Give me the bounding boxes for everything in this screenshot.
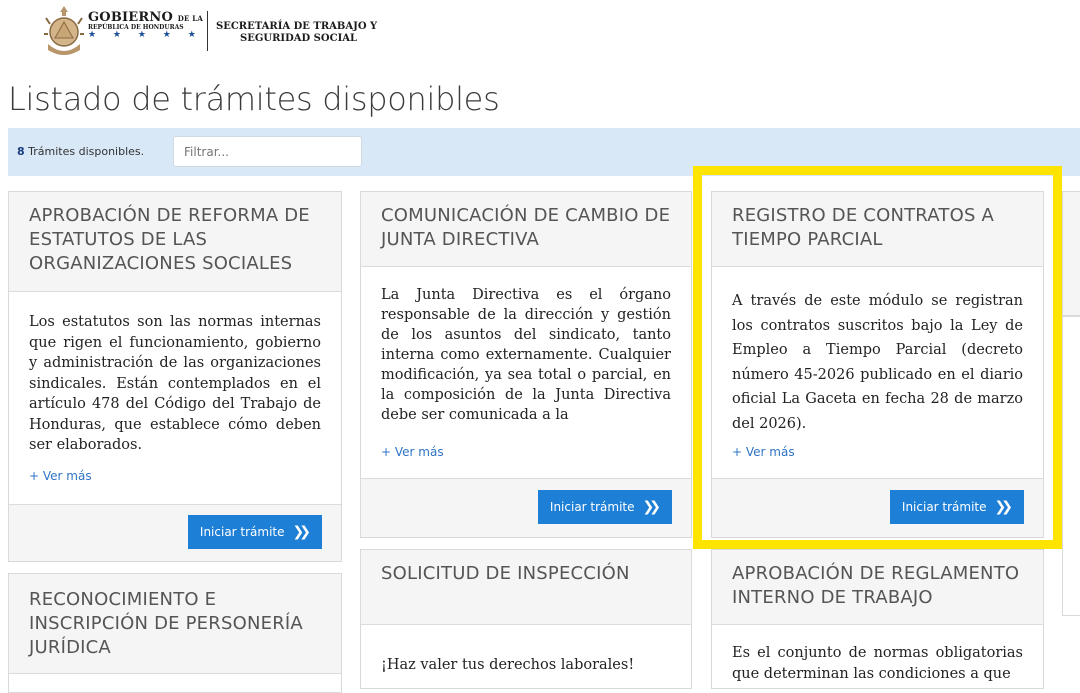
card-description: Es el conjunto de normas obligatorias qu…: [732, 645, 1023, 682]
gob-title-small: DE LA: [177, 14, 203, 23]
card-description: ¡Haz valer tus derechos laborales!: [381, 657, 635, 673]
page-title: Listado de trámites disponibles: [8, 80, 500, 118]
ver-mas-link[interactable]: + Ver más: [732, 445, 795, 459]
ver-mas-link[interactable]: + Ver más: [29, 469, 92, 483]
procedures-count: 8 Trámites disponibles.: [17, 145, 144, 158]
double-chevron-right-icon: ❯❯: [994, 499, 1014, 515]
procedure-card: RECONOCIMIENTO E INSCRIPCIÓN DE PERSONER…: [8, 573, 342, 693]
filter-input[interactable]: [173, 136, 362, 167]
double-chevron-right-icon: ❯❯: [292, 524, 312, 540]
procedure-card-partial: [1062, 316, 1080, 616]
card-footer: Iniciar trámite ❯❯: [9, 504, 341, 561]
procedure-card: APROBACIÓN DE REGLAMENTO INTERNO DE TRAB…: [711, 549, 1044, 689]
card-title: APROBACIÓN DE REGLAMENTO INTERNO DE TRAB…: [712, 550, 1043, 625]
card-title: APROBACIÓN DE REFORMA DE ESTATUTOS DE LA…: [9, 192, 341, 292]
secretaria-line-2: SEGURIDAD SOCIAL: [240, 33, 358, 44]
double-chevron-right-icon: ❯❯: [642, 499, 662, 515]
card-title: SOLICITUD DE INSPECCIÓN: [361, 550, 691, 625]
card-title: REGISTRO DE CONTRATOS A TIEMPO PARCIAL: [712, 192, 1043, 267]
logo-divider: [207, 11, 208, 51]
procedure-card: APROBACIÓN DE REFORMA DE ESTATUTOS DE LA…: [8, 191, 342, 562]
iniciar-tramite-button[interactable]: Iniciar trámite ❯❯: [537, 490, 672, 524]
procedure-card: SOLICITUD DE INSPECCIÓN ¡Haz valer tus d…: [360, 549, 692, 689]
button-label: Iniciar trámite: [199, 525, 285, 539]
button-label: Iniciar trámite: [549, 500, 635, 514]
ver-mas-link[interactable]: + Ver más: [381, 445, 444, 459]
card-description: A través de este módulo se registran los…: [732, 293, 1023, 432]
secretaria-line-1: SECRETARÍA DE TRABAJO Y: [216, 21, 378, 32]
card-title: RECONOCIMIENTO E INSCRIPCIÓN DE PERSONER…: [9, 574, 341, 674]
count-number: 8: [17, 145, 25, 158]
procedure-card: COMUNICACIÓN DE CAMBIO DE JUNTA DIRECTIV…: [360, 191, 692, 538]
honduras-coat-of-arms-icon: [44, 6, 84, 55]
count-label: Trámites disponibles.: [24, 145, 145, 158]
iniciar-tramite-button[interactable]: Iniciar trámite ❯❯: [187, 515, 322, 549]
card-footer: Iniciar trámite ❯❯: [712, 478, 1043, 537]
stars-icon: ★ ★ ★ ★ ★: [88, 30, 203, 40]
government-logo: GOBIERNO DE LA REPÚBLICA DE HONDURAS ★ ★…: [44, 4, 384, 56]
procedure-card-partial: [1062, 191, 1080, 316]
card-footer: Iniciar trámite ❯❯: [361, 478, 691, 537]
filter-bar: 8 Trámites disponibles.: [8, 128, 1080, 176]
card-title: COMUNICACIÓN DE CAMBIO DE JUNTA DIRECTIV…: [361, 192, 691, 267]
iniciar-tramite-button[interactable]: Iniciar trámite ❯❯: [889, 490, 1024, 524]
card-description: Los estatutos son las normas internas qu…: [29, 314, 321, 453]
button-label: Iniciar trámite: [901, 500, 987, 514]
gob-title: GOBIERNO: [88, 10, 174, 25]
card-description: La Junta Directiva es el órgano responsa…: [381, 287, 671, 423]
procedure-card-highlighted: REGISTRO DE CONTRATOS A TIEMPO PARCIAL A…: [711, 191, 1044, 538]
